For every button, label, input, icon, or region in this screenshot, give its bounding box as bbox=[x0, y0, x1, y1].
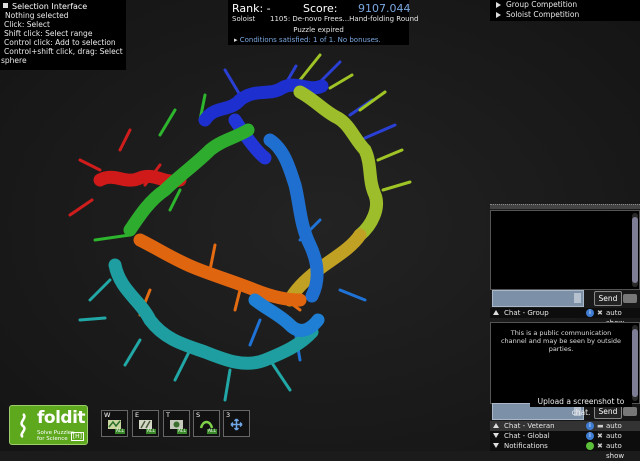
minus-icon[interactable]: ▬ bbox=[597, 421, 604, 431]
auto-show-toggle[interactable]: auto show bbox=[606, 441, 640, 461]
conditions-toggle[interactable]: ▸ Conditions satisfied: 1 of 1. No bonus… bbox=[234, 36, 381, 44]
close-icon[interactable]: ✖ bbox=[597, 441, 603, 451]
logo-wordmark: foldit bbox=[37, 408, 86, 428]
chat-notice: This is a public communication channel a… bbox=[500, 329, 622, 353]
close-icon[interactable]: ✖ bbox=[597, 308, 603, 318]
move-button[interactable]: 3 bbox=[223, 410, 250, 437]
tweak-button[interactable]: T ALL bbox=[163, 410, 190, 437]
screenshot-tooltip: Upload a screenshot to chat. bbox=[530, 396, 632, 417]
score-label: Score: bbox=[303, 2, 338, 15]
selection-interface-panel: Selection Interface Nothing selected Cli… bbox=[0, 0, 126, 70]
expand-triangle-icon bbox=[496, 12, 501, 18]
group-send-button[interactable]: Send bbox=[594, 291, 622, 306]
expand-triangle-icon bbox=[496, 2, 501, 8]
selection-hint: Shift click: Select range bbox=[4, 29, 93, 38]
selection-hint: Click: Select bbox=[4, 20, 50, 29]
camera-icon[interactable] bbox=[623, 407, 637, 416]
chat-resize-handle[interactable] bbox=[490, 204, 640, 209]
info-icon[interactable]: i bbox=[586, 309, 594, 317]
tab-chat-veteran[interactable]: Chat - Veteran i ▬ auto show bbox=[490, 421, 640, 440]
veteran-chat-window: This is a public communication channel a… bbox=[490, 322, 640, 404]
ribbon-icon bbox=[20, 413, 26, 438]
move-icon bbox=[230, 418, 243, 431]
selection-status: Nothing selected bbox=[5, 11, 69, 20]
soloist-competition-toggle[interactable]: Soloist Competition bbox=[490, 10, 640, 20]
group-chat-window bbox=[490, 210, 640, 290]
dropdown-icon[interactable] bbox=[574, 293, 581, 303]
shake-button[interactable]: S ALL bbox=[193, 410, 220, 437]
collapse-triangle-icon bbox=[493, 423, 499, 428]
puzzle-status: Puzzle expired bbox=[293, 26, 344, 34]
collapse-icon[interactable] bbox=[3, 3, 8, 8]
rank-label: Rank: - bbox=[232, 2, 271, 15]
tab-notifications[interactable]: Notifications ✖ auto show bbox=[490, 441, 640, 460]
score-value: 9107.044 bbox=[358, 2, 411, 15]
group-chat-input[interactable] bbox=[492, 290, 584, 307]
close-icon[interactable]: ✖ bbox=[597, 431, 603, 441]
foldit-logo[interactable]: foldit Solve Puzzles for Science [H] bbox=[9, 405, 88, 445]
info-icon[interactable]: i bbox=[586, 422, 594, 430]
conditions-text: Conditions satisfied: 1 of 1. No bonuses… bbox=[239, 36, 381, 44]
selection-hint: Control click: Add to selection bbox=[4, 38, 116, 47]
collapse-triangle-icon bbox=[493, 310, 499, 315]
chat-scrollbar[interactable] bbox=[632, 213, 638, 287]
expand-triangle-icon bbox=[493, 433, 499, 438]
tab-chat-group[interactable]: Chat - Group i ✖ auto show bbox=[490, 308, 640, 327]
group-competition-toggle[interactable]: Group Competition bbox=[490, 0, 640, 10]
wiggle-button[interactable]: W ALL bbox=[101, 410, 128, 437]
logo-tagline: Solve Puzzles for Science bbox=[37, 430, 75, 442]
chat-scrollbar[interactable] bbox=[632, 325, 638, 401]
sidechain-button[interactable]: E ALL bbox=[132, 410, 159, 437]
score-panel: Rank: - Score: 9107.044 Soloist 1105: De… bbox=[228, 0, 418, 45]
selection-hint: Control+shift click, drag: Select bbox=[4, 47, 123, 56]
selection-hint: sphere bbox=[1, 56, 27, 65]
player-role: Soloist bbox=[232, 15, 256, 23]
puzzle-name: 1105: De-novo Frees...Hand-folding Round bbox=[270, 15, 419, 23]
selection-panel-title[interactable]: Selection Interface bbox=[0, 0, 126, 11]
notification-icon[interactable] bbox=[586, 442, 594, 450]
competitions-panel: Group Competition Soloist Competition bbox=[490, 0, 640, 21]
version-badge: [H] bbox=[70, 432, 84, 441]
info-icon[interactable]: i bbox=[586, 432, 594, 440]
expand-triangle-icon bbox=[493, 443, 499, 448]
camera-icon[interactable] bbox=[623, 294, 637, 303]
tab-chat-global[interactable]: Chat - Global i ✖ auto show bbox=[490, 431, 640, 450]
expand-triangle-icon: ▸ bbox=[234, 36, 238, 44]
